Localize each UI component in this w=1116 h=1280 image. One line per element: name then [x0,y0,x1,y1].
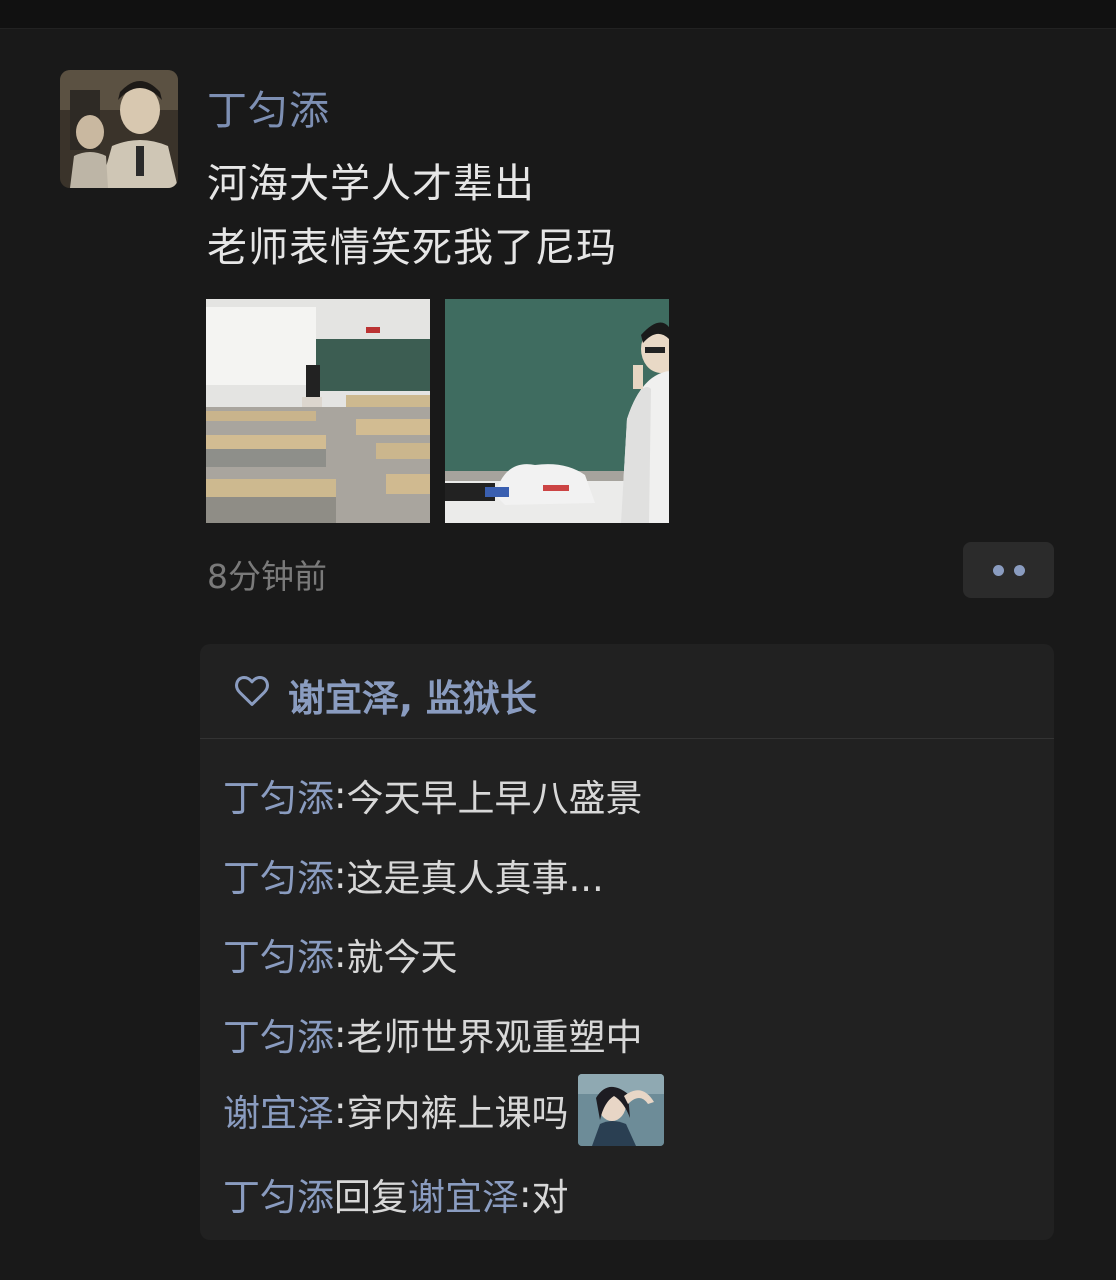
post-text: 河海大学人才辈出 老师表情笑死我了尼玛 [207,152,617,280]
comment-separator: : [519,1172,532,1216]
comment-author[interactable]: 丁匀添 [223,848,334,902]
comment-separator: : [334,1012,347,1056]
comment-author[interactable]: 谢宜泽 [223,1083,334,1137]
comment-separator: : [334,932,347,976]
interaction-panel: 谢宜泽, 监狱长 丁匀添: 今天早上早八盛景 丁匀添: 这是真人真事... 丁匀… [200,644,1054,1240]
comment-author[interactable]: 丁匀添 [223,927,334,981]
comment-text: 对 [531,1176,569,1219]
comment-separator: : [334,773,347,817]
comment-author[interactable]: 丁匀添 [223,768,334,822]
avatar[interactable] [60,70,178,188]
comment-4[interactable]: 丁匀添: 老师世界观重塑中 [223,1007,642,1061]
post-time: 8分钟前 [207,557,327,596]
comment-separator: : [334,1088,347,1132]
comment-6[interactable]: 丁匀添 回复 谢宜泽: 对 [223,1167,568,1221]
comment-3[interactable]: 丁匀添: 就今天 [223,927,457,981]
more-dots-icon [992,564,1004,576]
likes-row: 谢宜泽, 监狱长 [200,644,1054,739]
sticker-image[interactable] [578,1074,665,1146]
comment-text: 今天早上早八盛景 [346,777,643,820]
comment-5[interactable]: 谢宜泽: 穿内裤上课吗 [223,1074,665,1146]
more-dots-icon [1013,564,1025,576]
comment-2[interactable]: 丁匀添: 这是真人真事... [223,848,604,902]
comment-text: 老师世界观重塑中 [346,1016,643,1059]
comment-separator: : [334,853,347,897]
post-text-line-2: 老师表情笑死我了尼玛 [207,225,617,271]
comment-text: 穿内裤上课吗 [346,1092,569,1135]
post-author[interactable]: 丁匀添 [207,78,330,136]
top-bar [0,0,1116,29]
comment-1[interactable]: 丁匀添: 今天早上早八盛景 [223,768,642,822]
comment-text: 就今天 [346,936,458,979]
comment-text: 这是真人真事... [346,857,604,900]
likes-names[interactable]: 谢宜泽, 监狱长 [288,668,537,722]
post-photo-1[interactable] [206,299,430,523]
comment-reply-word: 回复 [334,1176,408,1219]
comment-author[interactable]: 丁匀添 [223,1007,334,1061]
more-button[interactable] [963,542,1054,598]
post-text-line-1: 河海大学人才辈出 [207,161,535,207]
heart-outline-icon [235,676,269,706]
comment-reply-target[interactable]: 谢宜泽 [408,1167,519,1221]
comment-author[interactable]: 丁匀添 [223,1167,334,1221]
post-photo-2[interactable] [445,299,669,523]
